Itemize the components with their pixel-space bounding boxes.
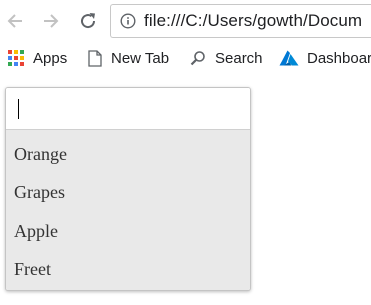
apps-grid-icon: [8, 50, 24, 66]
suggestion-option[interactable]: Apple: [6, 212, 250, 250]
suggestion-option[interactable]: Grapes: [6, 173, 250, 211]
arrow-right-icon: [44, 14, 59, 28]
bookmark-label: Dashboar: [307, 49, 371, 67]
bookmark-apps[interactable]: Apps: [8, 48, 67, 68]
back-button[interactable]: [5, 11, 25, 31]
search-icon: [190, 51, 205, 66]
text-caret: [18, 99, 19, 119]
bookmark-label: New Tab: [111, 49, 170, 67]
bookmark-search[interactable]: Search: [190, 48, 263, 68]
address-bar[interactable]: file:///C:/Users/gowth/Docum: [110, 4, 371, 38]
reload-button[interactable]: [78, 11, 98, 31]
autocomplete-combobox: Orange Grapes Apple Freet: [5, 87, 251, 291]
page-icon: [88, 49, 102, 67]
reload-icon: [81, 13, 96, 29]
forward-button[interactable]: [41, 11, 61, 31]
suggestion-list: Orange Grapes Apple Freet: [6, 130, 250, 290]
arrow-left-icon: [7, 14, 22, 28]
bookmark-label: Apps: [33, 49, 68, 67]
bookmarks-bar: Apps New Tab Search Dashboar: [0, 43, 371, 73]
azure-icon: [279, 50, 299, 66]
suggestion-option[interactable]: Orange: [6, 135, 250, 173]
bookmark-dashboard[interactable]: Dashboar: [279, 48, 371, 68]
bookmark-label: Search: [215, 49, 263, 67]
url-text: file:///C:/Users/gowth/Docum: [144, 11, 363, 30]
suggestion-option[interactable]: Freet: [6, 250, 250, 288]
autocomplete-input[interactable]: [6, 88, 250, 130]
bookmark-new-tab[interactable]: New Tab: [88, 48, 169, 68]
browser-toolbar: file:///C:/Users/gowth/Docum: [0, 0, 371, 42]
info-icon[interactable]: [120, 13, 136, 29]
